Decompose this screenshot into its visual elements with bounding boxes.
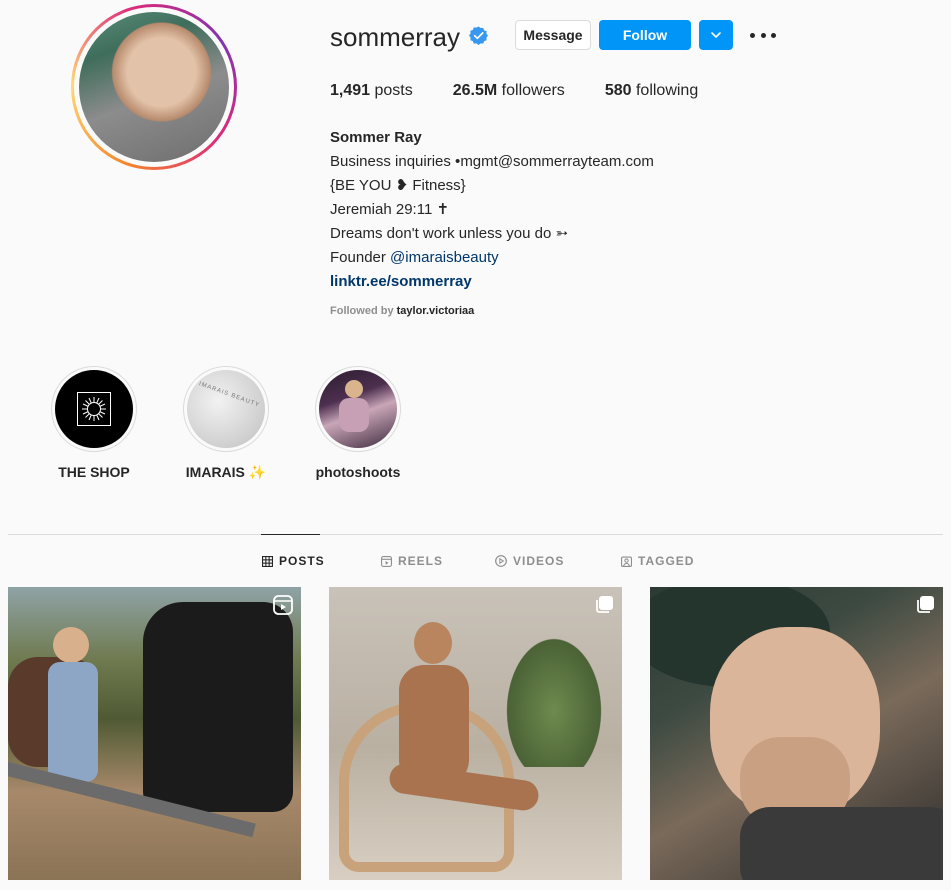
highlight-ring xyxy=(51,366,137,452)
tab-label: POSTS xyxy=(279,554,325,568)
highlight-label: photoshoots xyxy=(315,464,401,480)
person-shape xyxy=(414,622,452,664)
plant-shape xyxy=(499,627,609,767)
grid-icon xyxy=(262,555,273,567)
stat-posts-label: posts xyxy=(374,82,413,99)
more-options-icon[interactable] xyxy=(750,24,776,46)
stat-posts-value: 1,491 xyxy=(330,82,371,99)
dot xyxy=(760,32,766,38)
stat-followers-label: followers xyxy=(501,82,565,99)
bio-founder-prefix: Founder xyxy=(330,249,391,266)
sunburst-icon xyxy=(82,397,106,421)
highlight-ring: IMARAIS BEAUTY xyxy=(183,366,269,452)
bio-mention-link[interactable]: @imaraisbeauty xyxy=(390,249,499,266)
highlight-label: THE SHOP xyxy=(58,464,130,480)
tab-reels[interactable]: REELS xyxy=(381,554,443,568)
follow-button[interactable]: Follow xyxy=(599,20,691,50)
tab-label: VIDEOS xyxy=(513,554,565,568)
stat-following-label: following xyxy=(635,82,699,99)
post-thumbnail[interactable] xyxy=(650,587,943,880)
highlight-label: IMARAIS ✨ xyxy=(185,464,267,480)
suggested-accounts-button[interactable] xyxy=(699,20,733,50)
dot xyxy=(750,32,755,38)
tab-label: TAGGED xyxy=(638,554,695,568)
stat-following[interactable]: 580 following xyxy=(605,82,698,100)
verified-badge-icon xyxy=(469,26,488,45)
horse-shape xyxy=(143,602,293,812)
reels-icon xyxy=(381,555,392,567)
tab-videos[interactable]: VIDEOS xyxy=(495,554,564,568)
imarais-image-text: IMARAIS BEAUTY xyxy=(197,381,261,409)
profile-bio: Sommer Ray Business inquiries •mgmt@somm… xyxy=(330,126,654,294)
followed-by-user: taylor.victoriaa xyxy=(396,305,475,317)
followed-by[interactable]: Followed by taylor.victoriaa xyxy=(330,305,474,317)
active-tab-indicator xyxy=(261,534,320,535)
post-thumbnail[interactable] xyxy=(8,587,301,880)
message-button[interactable]: Message xyxy=(515,20,591,50)
followed-by-prefix: Followed by xyxy=(330,305,397,317)
person-shape xyxy=(48,662,98,782)
person-shape xyxy=(53,627,89,663)
stat-followers-value: 26.5M xyxy=(452,82,498,99)
sr-logo-box xyxy=(77,392,111,426)
avatar-inner xyxy=(74,7,234,167)
stat-posts: 1,491 posts xyxy=(330,82,413,100)
reels-icon xyxy=(273,595,293,615)
bio-line: Dreams don't work unless you do ➳ xyxy=(330,225,569,242)
stat-following-value: 580 xyxy=(604,82,632,99)
profile-username: sommerray xyxy=(330,22,461,52)
highlight-photoshoots[interactable]: photoshoots xyxy=(308,366,408,480)
sr-logo-icon xyxy=(55,370,133,448)
tab-tagged[interactable]: TAGGED xyxy=(621,554,694,568)
highlight-ring xyxy=(315,366,401,452)
profile-stats: 1,491 posts 26.5M followers 580 followin… xyxy=(330,82,738,100)
bio-line: {BE YOU ❥ Fitness} xyxy=(330,177,466,194)
imarais-product-icon: IMARAIS BEAUTY xyxy=(187,370,265,448)
bio-line: Business inquiries •mgmt@sommerrayteam.c… xyxy=(330,153,654,170)
photo-thumbnail-icon xyxy=(319,370,397,448)
tabs-divider xyxy=(8,534,943,535)
profile-avatar[interactable] xyxy=(71,4,237,170)
shirt-shape xyxy=(740,807,943,880)
chevron-down-icon xyxy=(711,32,721,38)
figure-shape xyxy=(345,380,363,398)
tagged-icon xyxy=(621,556,632,567)
bio-founder-line: Founder @imaraisbeauty xyxy=(330,246,654,270)
highlight-imarais[interactable]: IMARAIS BEAUTY IMARAIS ✨ xyxy=(176,366,276,481)
avatar-photo xyxy=(79,12,229,162)
play-icon xyxy=(495,555,507,567)
highlight-the-shop[interactable]: THE SHOP xyxy=(44,366,144,480)
bio-external-link[interactable]: linktr.ee/sommerray xyxy=(330,270,654,294)
figure-shape xyxy=(339,398,369,432)
post-thumbnail[interactable] xyxy=(329,587,622,880)
stat-followers[interactable]: 26.5M followers xyxy=(453,82,565,100)
bio-line: Jeremiah 29:11 ✝︎ xyxy=(330,201,450,218)
tab-posts[interactable]: POSTS xyxy=(262,554,325,568)
carousel-icon xyxy=(917,596,934,613)
tab-label: REELS xyxy=(398,554,444,568)
dot xyxy=(771,32,776,38)
bio-name: Sommer Ray xyxy=(330,129,422,146)
carousel-icon xyxy=(596,596,613,613)
